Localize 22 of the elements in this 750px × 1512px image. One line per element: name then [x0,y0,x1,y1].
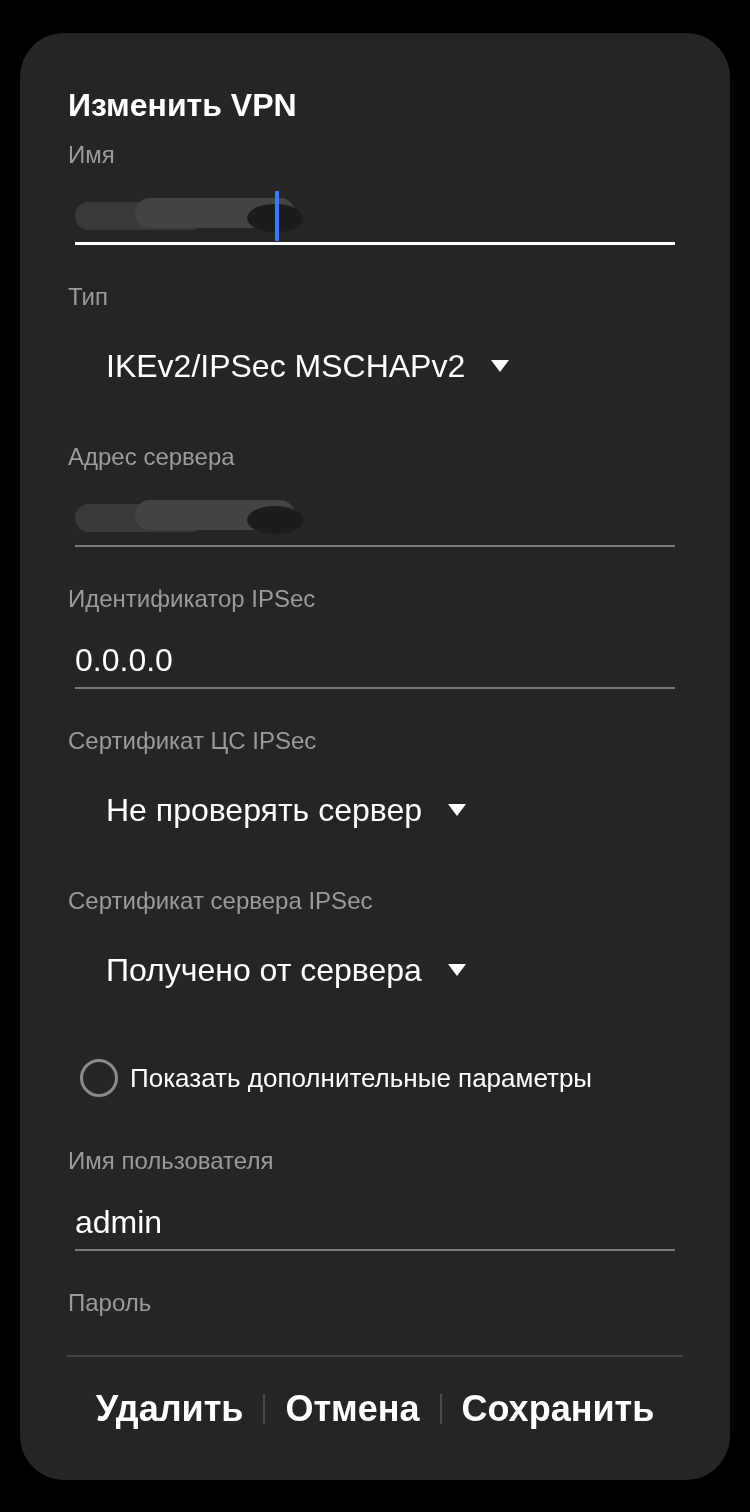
dropdown[interactable]: IKEv2/IPSec MSCHAPv2 [106,339,510,393]
field-label: Сертификат сервера IPSec [68,886,374,916]
dialog-button[interactable]: Удалить [95,1382,244,1436]
dialog-button[interactable]: Сохранить [461,1382,655,1436]
dialog-button[interactable]: Отмена [285,1382,420,1436]
text-field[interactable]: 0.0.0.0 [75,633,675,689]
text-field[interactable]: admin [75,1195,675,1251]
dropdown[interactable]: Не проверять сервер [106,783,466,837]
checkbox-option[interactable]: Показать дополнительные параметры [80,1053,682,1103]
dropdown[interactable]: Получено от сервера [106,943,466,997]
field-label: Имя пользователя [68,1146,275,1176]
field-label: Имя [68,140,116,170]
dropdown-caret-icon [491,360,510,372]
dropdown-caret-icon [447,964,466,976]
field-label: Идентификатор IPSec [68,584,317,614]
field-label: Пароль [68,1288,153,1318]
field-label: Тип [68,282,109,312]
dialog-title: Изменить VPN [68,86,298,125]
field-label: Адрес сервера [68,442,236,472]
dropdown-caret-icon [447,804,466,816]
text-cursor [275,190,279,241]
field-label: Сертификат ЦС IPSec [68,726,318,756]
